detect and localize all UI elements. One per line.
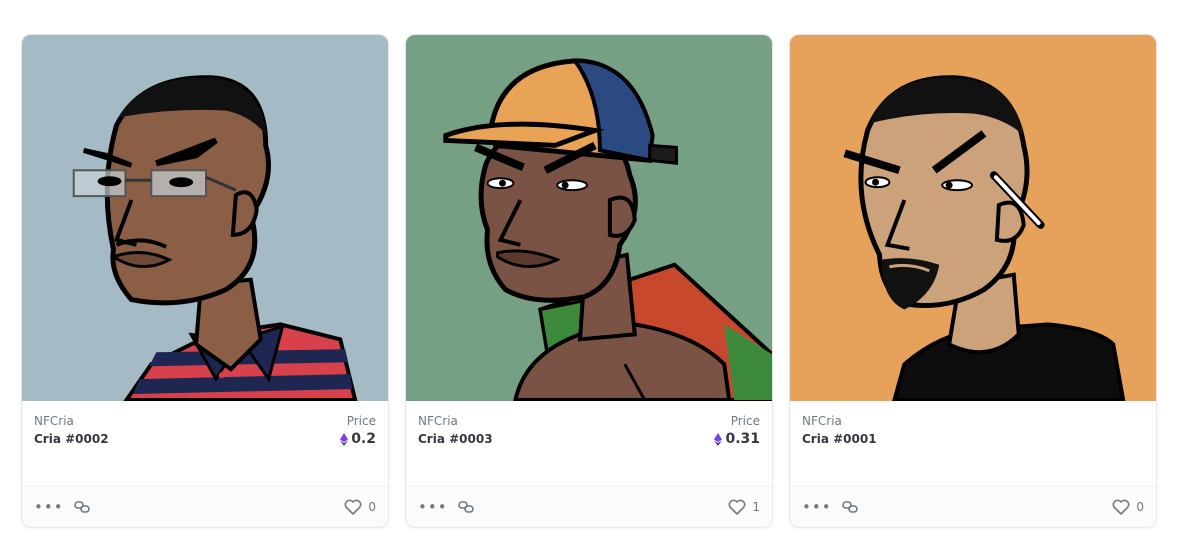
ethereum-icon (340, 432, 349, 446)
card-info: NFCria Cria #0001 (790, 401, 1156, 485)
ethereum-icon (714, 432, 723, 446)
nft-card[interactable]: NFCria Cria #0003 Price 0.31 ••• 1 (405, 34, 773, 528)
character-portrait-image (22, 35, 388, 401)
card-footer: ••• 0 (790, 485, 1156, 527)
card-footer: ••• 1 (406, 485, 772, 527)
character-portrait-image (790, 35, 1156, 401)
heart-icon[interactable] (1112, 499, 1130, 515)
heart-icon[interactable] (344, 499, 362, 515)
link-icon[interactable] (73, 500, 90, 513)
like-count: 1 (752, 499, 760, 514)
card-footer: ••• 0 (22, 485, 388, 527)
heart-icon[interactable] (728, 499, 746, 515)
price-value: 0.31 (714, 430, 760, 448)
collection-name[interactable]: NFCria (418, 413, 493, 429)
price-value: 0.2 (340, 430, 376, 448)
nft-artwork[interactable] (406, 35, 772, 401)
price-amount: 0.31 (725, 431, 760, 447)
price-amount: 0.2 (351, 431, 376, 447)
nft-artwork[interactable] (22, 35, 388, 401)
character-portrait-image (406, 35, 772, 401)
like-section[interactable]: 0 (1112, 499, 1144, 515)
like-count: 0 (1136, 499, 1144, 514)
nft-name[interactable]: Cria #0003 (418, 430, 493, 448)
price-label: Price (730, 414, 760, 428)
nft-name[interactable]: Cria #0002 (34, 430, 109, 448)
nft-artwork[interactable] (790, 35, 1156, 401)
price-label: Price (346, 414, 376, 428)
more-horizontal-icon[interactable]: ••• (418, 499, 448, 514)
link-icon[interactable] (457, 500, 474, 513)
more-horizontal-icon[interactable]: ••• (34, 499, 64, 514)
nft-card-grid: NFCria Cria #0002 Price 0.2 ••• 0 NFCria… (21, 34, 1157, 528)
nft-card[interactable]: NFCria Cria #0001 ••• 0 (789, 34, 1157, 528)
collection-name[interactable]: NFCria (34, 413, 109, 429)
link-icon[interactable] (841, 500, 858, 513)
card-info: NFCria Cria #0003 Price 0.31 (406, 401, 772, 485)
collection-name[interactable]: NFCria (802, 413, 877, 429)
nft-card[interactable]: NFCria Cria #0002 Price 0.2 ••• 0 (21, 34, 389, 528)
like-section[interactable]: 1 (728, 499, 760, 515)
like-count: 0 (368, 499, 376, 514)
nft-name[interactable]: Cria #0001 (802, 430, 877, 448)
card-info: NFCria Cria #0002 Price 0.2 (22, 401, 388, 485)
more-horizontal-icon[interactable]: ••• (802, 499, 832, 514)
like-section[interactable]: 0 (344, 499, 376, 515)
